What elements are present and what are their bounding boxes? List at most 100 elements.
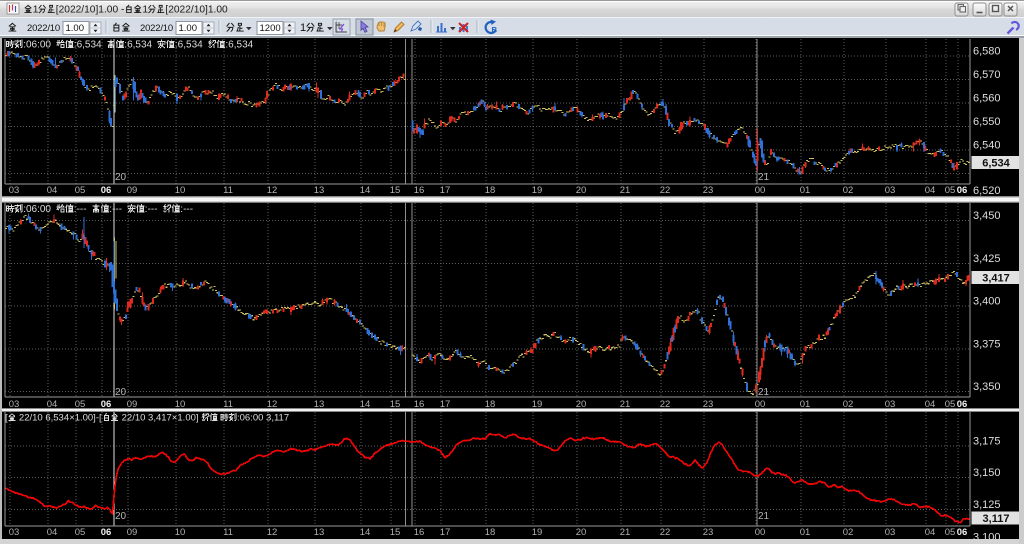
svg-text:02: 02 xyxy=(843,185,854,196)
svg-text:6,520: 6,520 xyxy=(973,185,1001,197)
svg-text:21: 21 xyxy=(758,511,770,522)
svg-text::---: :--- xyxy=(74,204,92,215)
svg-text:3,450: 3,450 xyxy=(973,210,1001,222)
svg-text:[2022/10]1.00: [2022/10]1.00 xyxy=(165,5,228,16)
svg-text:05: 05 xyxy=(945,185,956,196)
svg-text:19: 19 xyxy=(532,527,543,538)
svg-text:04: 04 xyxy=(925,185,936,196)
svg-text:06: 06 xyxy=(957,185,968,196)
svg-text:6,580: 6,580 xyxy=(973,46,1001,58)
svg-text:3,350: 3,350 xyxy=(973,381,1001,393)
svg-text:21: 21 xyxy=(758,387,770,398)
svg-text:09: 09 xyxy=(127,185,138,196)
svg-text::6,534: :6,534 xyxy=(225,40,253,51)
svg-text:22/10 6,534: 22/10 6,534 xyxy=(16,413,69,424)
svg-text::---: :--- xyxy=(109,204,127,215)
svg-text::---: :--- xyxy=(180,204,193,215)
svg-text:21: 21 xyxy=(758,172,770,183)
svg-text:20: 20 xyxy=(115,511,127,522)
svg-text::6,534: :6,534 xyxy=(124,40,157,51)
svg-text:6,540: 6,540 xyxy=(973,140,1001,152)
svg-text::---: :--- xyxy=(145,204,163,215)
svg-text:1.00: 1.00 xyxy=(179,23,198,34)
svg-text::06:00: :06:00 xyxy=(23,204,56,215)
svg-text:1200: 1200 xyxy=(260,23,281,34)
svg-text:14: 14 xyxy=(360,185,371,196)
svg-text:3,425: 3,425 xyxy=(973,253,1001,265)
svg-text:1: 1 xyxy=(300,22,306,34)
svg-text:20: 20 xyxy=(576,185,587,196)
svg-text:06: 06 xyxy=(101,185,112,196)
svg-text:17: 17 xyxy=(440,185,451,196)
svg-text:2022/10: 2022/10 xyxy=(27,23,60,34)
svg-text:06: 06 xyxy=(101,527,112,538)
svg-text:3,417: 3,417 xyxy=(982,273,1010,285)
svg-text:05: 05 xyxy=(75,185,86,196)
svg-text:10: 10 xyxy=(175,527,186,538)
svg-text:00: 00 xyxy=(755,527,766,538)
svg-text:05: 05 xyxy=(75,527,86,538)
svg-text:03: 03 xyxy=(885,185,896,196)
svg-text:19: 19 xyxy=(532,185,543,196)
svg-text:17: 17 xyxy=(440,527,451,538)
svg-text:11: 11 xyxy=(223,185,233,196)
svg-text:02: 02 xyxy=(843,527,854,538)
svg-text:11: 11 xyxy=(223,527,233,538)
svg-text:3,117: 3,117 xyxy=(983,513,1010,525)
svg-text:3,400: 3,400 xyxy=(973,296,1001,308)
svg-text:1: 1 xyxy=(33,5,39,16)
svg-text:21: 21 xyxy=(620,185,631,196)
svg-text:[: [ xyxy=(5,413,8,424)
svg-text:3,150: 3,150 xyxy=(973,467,1001,479)
svg-text:22: 22 xyxy=(660,527,671,538)
svg-text:13: 13 xyxy=(314,527,325,538)
svg-text:1.00: 1.00 xyxy=(66,23,85,34)
svg-text::06:00: :06:00 xyxy=(23,40,56,51)
svg-text:1.00]-[: 1.00]-[ xyxy=(75,413,102,424)
svg-text:1.00]: 1.00] xyxy=(177,413,201,424)
svg-text:10: 10 xyxy=(175,185,186,196)
svg-text:04: 04 xyxy=(47,527,58,538)
svg-text:13: 13 xyxy=(314,185,325,196)
svg-text:R: R xyxy=(492,25,498,34)
svg-text:15: 15 xyxy=(390,527,401,538)
svg-text:03: 03 xyxy=(9,185,20,196)
svg-text:05: 05 xyxy=(945,527,956,538)
svg-text::06:00 3,117: :06:00 3,117 xyxy=(237,413,289,424)
svg-text:04: 04 xyxy=(47,185,58,196)
svg-text:3,175: 3,175 xyxy=(973,435,1001,447)
svg-text:23: 23 xyxy=(703,185,714,196)
svg-text:06: 06 xyxy=(957,527,968,538)
svg-text:6,560: 6,560 xyxy=(973,93,1001,105)
svg-text:15: 15 xyxy=(390,185,401,196)
svg-text:23: 23 xyxy=(703,527,714,538)
svg-text:16: 16 xyxy=(414,527,425,538)
svg-text:2022/10: 2022/10 xyxy=(140,23,173,34)
svg-text:01: 01 xyxy=(800,527,811,538)
svg-text:21: 21 xyxy=(620,527,631,538)
svg-text:18: 18 xyxy=(485,185,496,196)
svg-text:20: 20 xyxy=(115,387,127,398)
svg-text:04: 04 xyxy=(925,527,936,538)
svg-text:22/10 3,417: 22/10 3,417 xyxy=(119,413,172,424)
svg-text:20: 20 xyxy=(576,527,587,538)
svg-text::6,534: :6,534 xyxy=(175,40,208,51)
svg-text:6,570: 6,570 xyxy=(973,69,1001,81)
svg-text:09: 09 xyxy=(127,527,138,538)
svg-text:1: 1 xyxy=(142,5,148,16)
svg-text:18: 18 xyxy=(485,527,496,538)
svg-text:03: 03 xyxy=(885,527,896,538)
svg-text::6,534: :6,534 xyxy=(74,40,107,51)
svg-text:[2022/10]1.00 -: [2022/10]1.00 - xyxy=(56,5,127,16)
svg-text:22: 22 xyxy=(660,185,671,196)
svg-text:00: 00 xyxy=(755,185,766,196)
svg-text:01: 01 xyxy=(800,185,811,196)
svg-text:6,550: 6,550 xyxy=(973,116,1001,128)
svg-text:6,534: 6,534 xyxy=(982,158,1010,170)
svg-text:14: 14 xyxy=(360,527,371,538)
svg-text:03: 03 xyxy=(9,527,20,538)
svg-text:20: 20 xyxy=(115,172,127,183)
svg-text:3,375: 3,375 xyxy=(973,338,1001,350)
svg-text:3,125: 3,125 xyxy=(973,499,1001,511)
svg-text:12: 12 xyxy=(267,185,278,196)
